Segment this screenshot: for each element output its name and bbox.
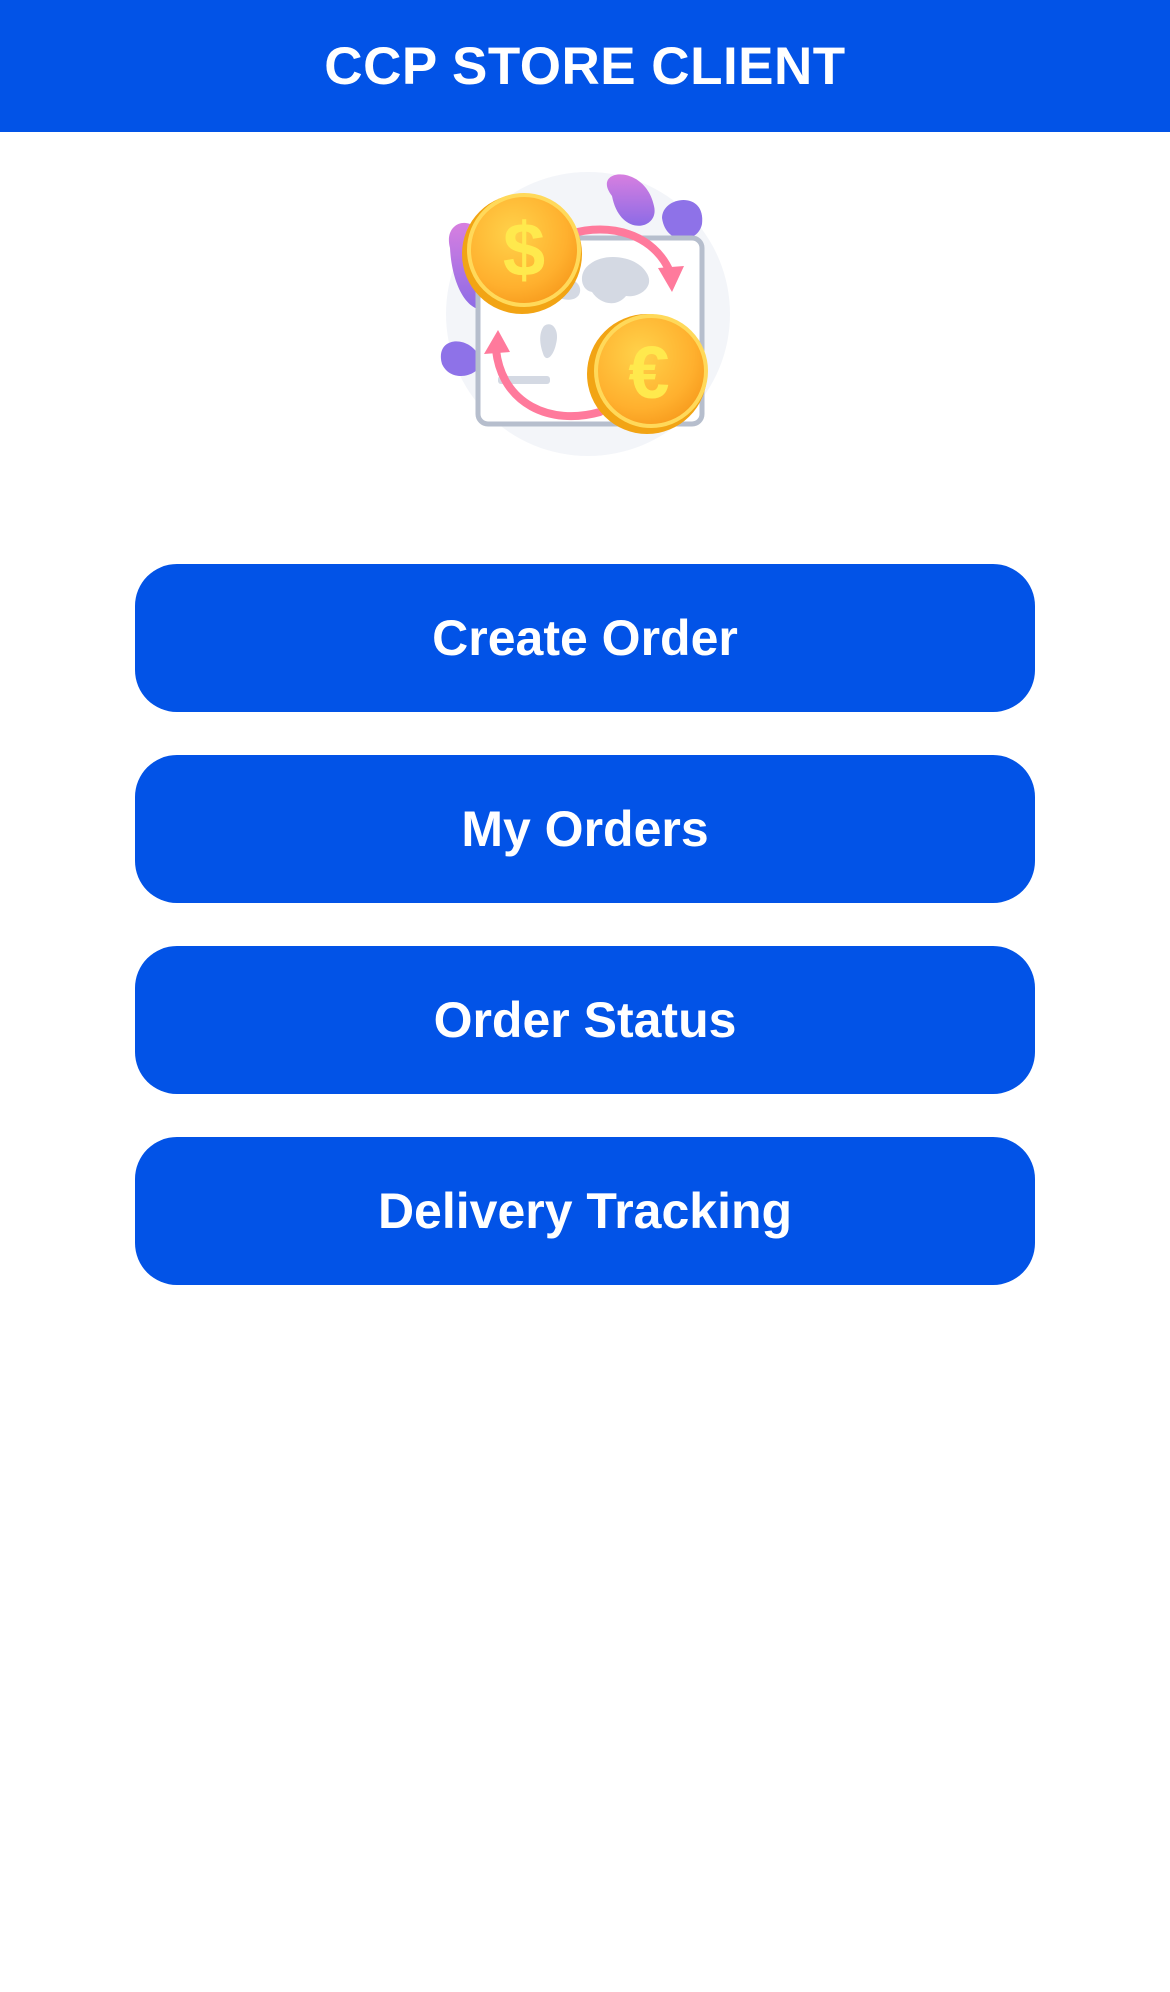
svg-text:$: $ bbox=[503, 208, 545, 293]
euro-coin-icon: € bbox=[587, 314, 708, 434]
currency-exchange-illustration: $ € bbox=[440, 168, 740, 460]
my-orders-label: My Orders bbox=[461, 801, 709, 857]
create-order-label: Create Order bbox=[432, 610, 738, 666]
delivery-tracking-label: Delivery Tracking bbox=[377, 1183, 793, 1239]
dollar-coin-icon: $ bbox=[462, 193, 582, 314]
my-orders-button[interactable]: My Orders bbox=[135, 755, 1035, 903]
app-screen: CCP STORE CLIENT $ € Create Order My Ord… bbox=[0, 0, 1170, 1992]
app-bar: CCP STORE CLIENT bbox=[0, 0, 1170, 132]
delivery-tracking-button[interactable]: Delivery Tracking bbox=[135, 1137, 1035, 1285]
main-menu: Create Order My Orders Order Status Deli… bbox=[135, 564, 1035, 1328]
order-status-label: Order Status bbox=[433, 992, 737, 1048]
svg-text:€: € bbox=[628, 331, 669, 414]
create-order-button[interactable]: Create Order bbox=[135, 564, 1035, 712]
app-title: CCP STORE CLIENT bbox=[324, 36, 846, 96]
order-status-button[interactable]: Order Status bbox=[135, 946, 1035, 1094]
